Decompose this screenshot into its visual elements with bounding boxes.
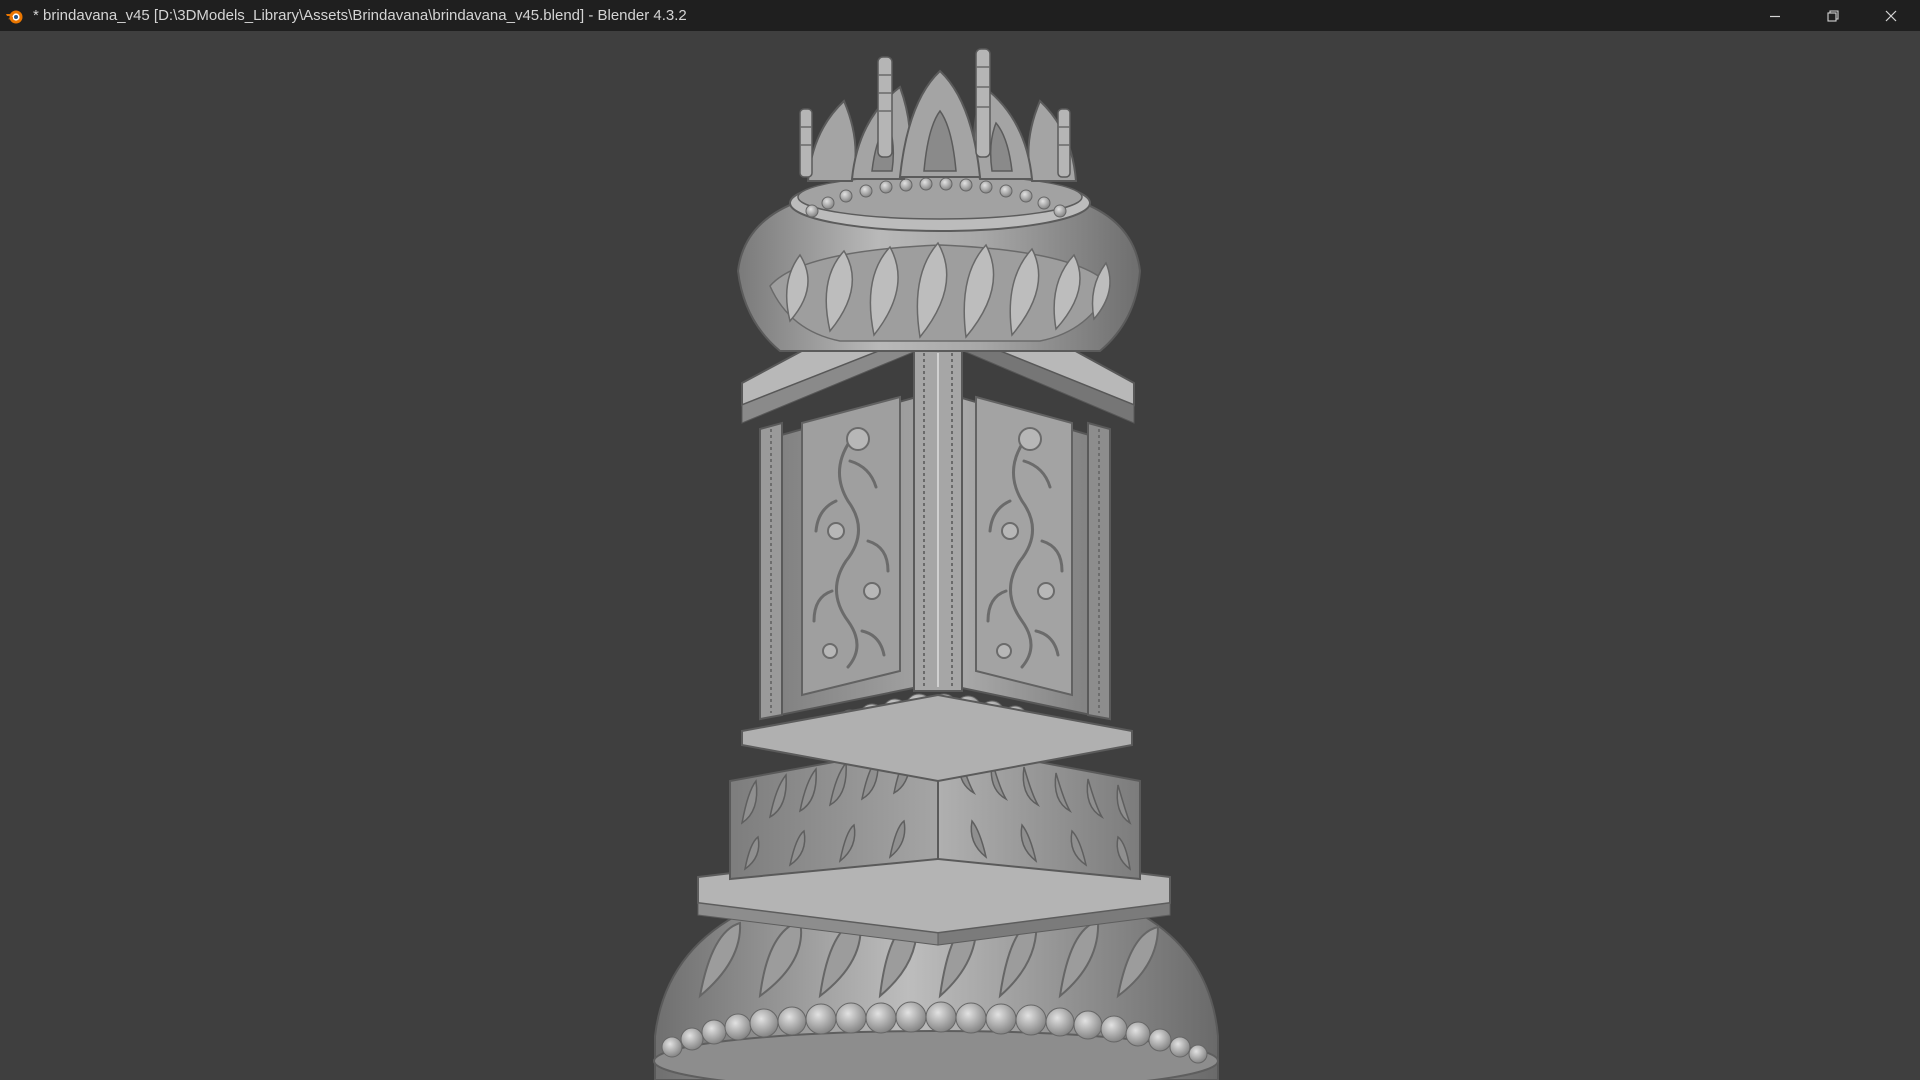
- window-controls: [1746, 0, 1920, 31]
- 3d-viewport[interactable]: [0, 31, 1920, 1080]
- restore-icon: [1827, 9, 1839, 22]
- window-title: * brindavana_v45 [D:\3DModels_Library\As…: [33, 7, 687, 24]
- minimize-icon: [1770, 15, 1780, 17]
- restore-button[interactable]: [1804, 0, 1862, 31]
- blender-logo-icon[interactable]: [5, 6, 25, 26]
- blender-window: * brindavana_v45 [D:\3DModels_Library\As…: [0, 0, 1920, 1080]
- brindavana-model[interactable]: [0, 31, 1920, 1080]
- minimize-button[interactable]: [1746, 0, 1804, 31]
- title-bar[interactable]: * brindavana_v45 [D:\3DModels_Library\As…: [0, 0, 1920, 31]
- close-button[interactable]: [1862, 0, 1920, 31]
- close-icon: [1885, 10, 1897, 21]
